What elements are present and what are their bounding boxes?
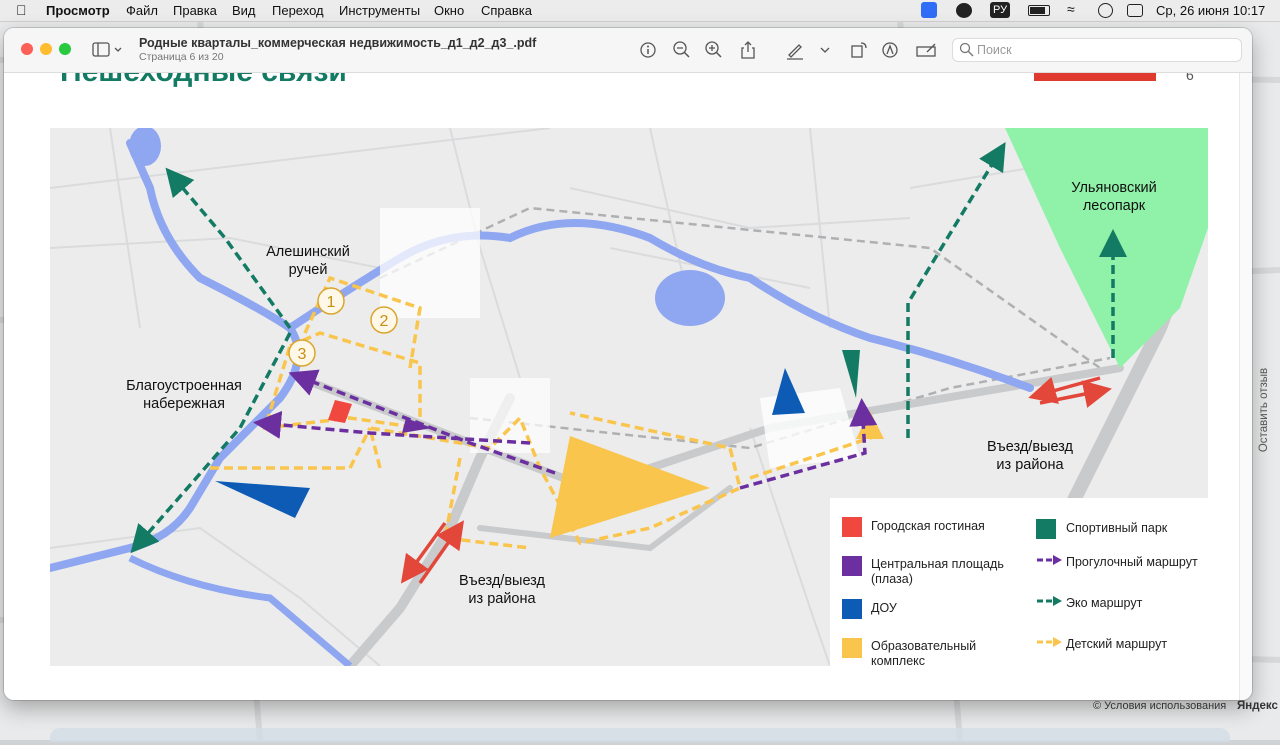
legend-label-city-lounge: Городская гостиная	[871, 519, 985, 533]
zoom-out-icon[interactable]	[672, 40, 694, 60]
annotate-icon[interactable]	[880, 40, 902, 60]
legend-label-education: Образовательный комплекс	[871, 639, 977, 668]
menu-app-name[interactable]: Просмотр	[46, 3, 110, 18]
yandex-icon[interactable]	[921, 2, 937, 18]
legend-swatch-plaza	[842, 556, 862, 576]
control-center-icon[interactable]	[1127, 4, 1143, 17]
menu-item-window[interactable]: Окно	[434, 3, 464, 18]
accessibility-icon[interactable]	[1098, 3, 1113, 18]
menu-item-go[interactable]: Переход	[272, 3, 324, 18]
minimize-window-button[interactable]	[40, 43, 52, 55]
legend-arrow-eco-icon	[1036, 594, 1064, 613]
legend-label-children: Детский маршрут	[1066, 637, 1168, 651]
legend-swatch-kindergarten	[842, 599, 862, 619]
legend-label-plaza: Центральная площадь (плаза)	[871, 557, 1004, 586]
sidebar-toggle-icon[interactable]	[92, 41, 122, 61]
chevron-down-icon[interactable]	[818, 40, 840, 60]
status-app-icon[interactable]	[956, 3, 972, 18]
legend-label-kindergarten: ДОУ	[871, 601, 897, 615]
search-field[interactable]: Поиск	[952, 38, 1242, 62]
close-window-button[interactable]	[21, 43, 33, 55]
legend-arrow-walking-icon	[1036, 553, 1064, 572]
legend-label-sports-park: Спортивный парк	[1066, 521, 1168, 535]
legend-label-eco: Эко маршрут	[1066, 596, 1143, 610]
menu-item-file[interactable]: Файл	[126, 3, 158, 18]
map-label-line-2: ручей	[289, 262, 328, 278]
menu-bar:  Просмотр Файл Правка Вид Переход Инстр…	[0, 0, 1280, 22]
search-icon	[959, 42, 975, 63]
legend-label-walking: Прогулочный маршрут	[1066, 555, 1198, 569]
map-label-line-2: лесопарк	[1083, 198, 1146, 214]
vertical-scrollbar[interactable]	[1239, 73, 1252, 700]
search-placeholder[interactable]: Поиск	[977, 43, 1012, 57]
legend-swatch-education	[842, 638, 862, 658]
page-number: 6	[1186, 73, 1194, 83]
feedback-label[interactable]: Оставить отзыв	[1258, 358, 1270, 462]
pond-east	[655, 270, 725, 326]
input-language-indicator[interactable]: РУ	[990, 2, 1011, 18]
feedback-tab[interactable]: Оставить отзыв	[1252, 360, 1276, 470]
map-label-line-2: из района	[996, 457, 1064, 473]
plot-marker-1: 1	[317, 287, 345, 315]
brand-label: Яндекс	[1237, 700, 1278, 712]
form-fill-icon[interactable]	[915, 40, 937, 60]
info-icon[interactable]	[638, 40, 660, 60]
document-title: Родные кварталы_коммерческая недвижимост…	[139, 36, 537, 50]
red-accent-bar	[1034, 73, 1156, 81]
legend-swatch-city-lounge	[842, 517, 862, 537]
markup-pen-icon[interactable]	[785, 40, 807, 60]
rotate-icon[interactable]	[849, 40, 871, 60]
pdf-page: Пешеходные связи 6	[4, 73, 1240, 700]
map-label-line-2: из района	[468, 591, 536, 607]
page-indicator: Страница 6 из 20	[139, 51, 224, 63]
plot-number-1: 1	[327, 294, 336, 311]
terms-link[interactable]: © Условия использования	[1093, 700, 1226, 712]
menu-item-tools[interactable]: Инструменты	[339, 3, 420, 18]
battery-icon[interactable]	[1028, 5, 1050, 16]
apple-icon[interactable]: 	[16, 2, 27, 18]
page-heading: Пешеходные связи	[60, 73, 347, 89]
legend-swatch-sports-park	[1036, 519, 1056, 539]
plot-marker-3: 3	[288, 339, 316, 367]
preview-window: Родные кварталы_коммерческая недвижимост…	[4, 28, 1252, 700]
zoom-in-icon[interactable]	[704, 40, 726, 60]
menu-item-help[interactable]: Справка	[481, 3, 532, 18]
wifi-icon[interactable]: ≈	[1067, 1, 1075, 17]
zoom-window-button[interactable]	[59, 43, 71, 55]
legend-arrow-children-icon	[1036, 635, 1064, 654]
map-label-line-2: набережная	[143, 396, 225, 412]
menubar-clock[interactable]: Ср, 26 июня 10:17	[1156, 3, 1265, 18]
plot-number-2: 2	[380, 313, 389, 330]
plot-marker-2: 2	[370, 306, 398, 334]
menu-item-edit[interactable]: Правка	[173, 3, 217, 18]
window-toolbar: Родные кварталы_коммерческая недвижимост…	[4, 28, 1252, 73]
site-map: 1 2 3 Алешинский ручей Благоустроенная наб…	[50, 128, 1208, 666]
share-icon[interactable]	[738, 40, 760, 60]
plot-number-3: 3	[298, 346, 307, 363]
menu-item-view[interactable]: Вид	[232, 3, 256, 18]
